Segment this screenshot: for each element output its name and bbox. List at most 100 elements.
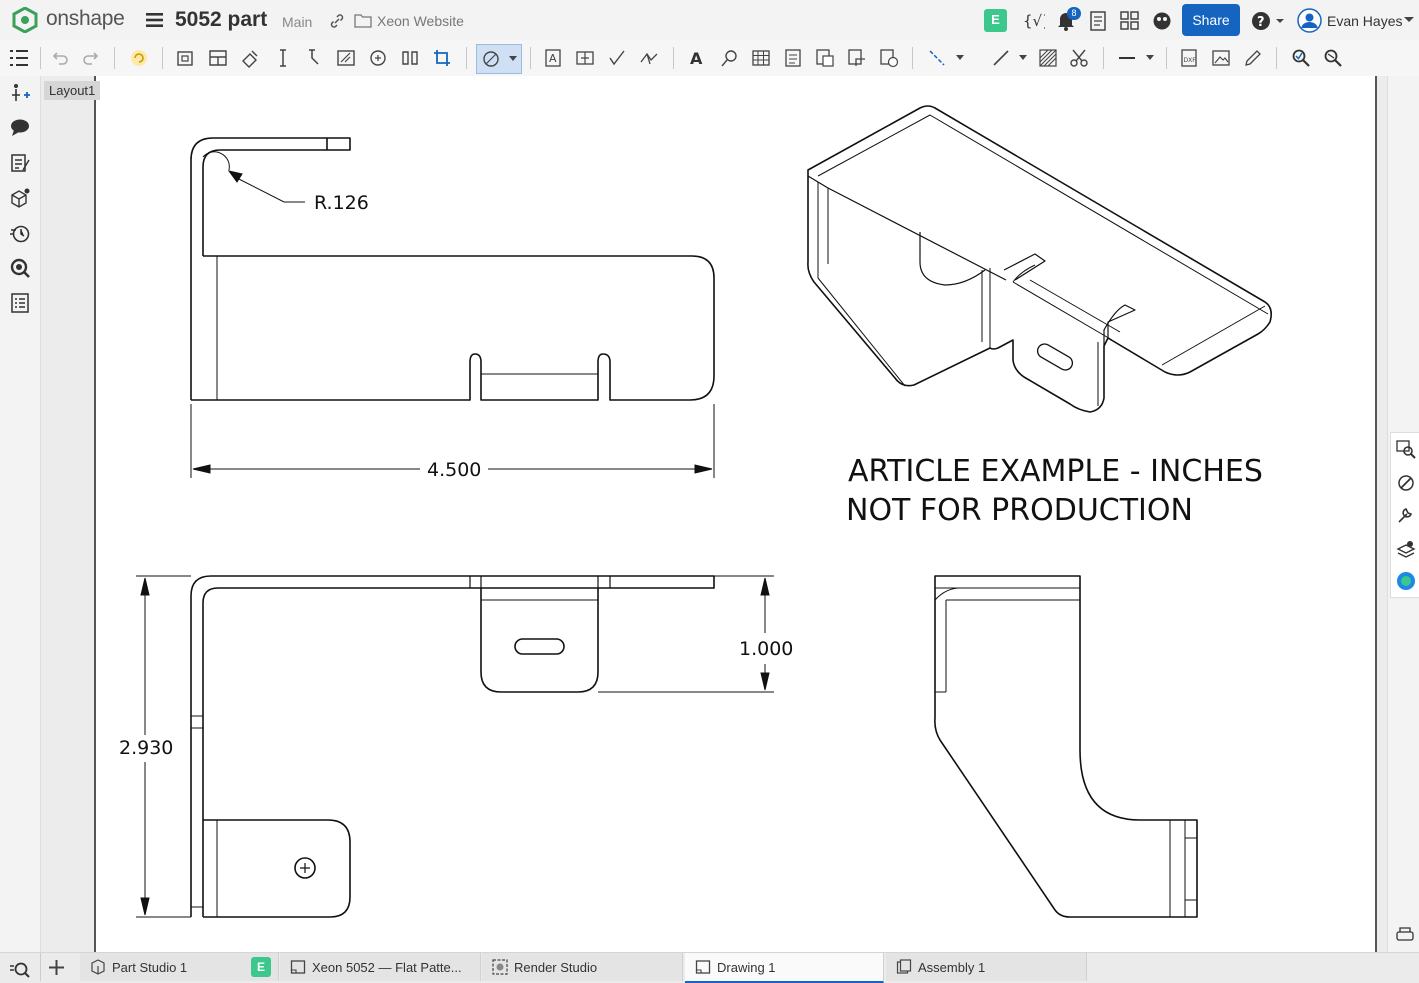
print-icon[interactable] [1395, 926, 1415, 944]
line-style-caret-icon[interactable] [1146, 55, 1154, 61]
trim-scissors-icon[interactable] [1068, 47, 1090, 69]
svg-text:A: A [549, 52, 557, 65]
aligned-section-icon[interactable] [303, 47, 325, 69]
branch-label[interactable]: Main [282, 14, 312, 30]
comments-icon[interactable] [8, 115, 32, 139]
link-icon[interactable] [329, 13, 345, 29]
export-dxf-icon[interactable]: DXF [1178, 47, 1200, 69]
part-studio-icon [91, 959, 105, 975]
detail-view-icon[interactable] [367, 47, 389, 69]
layout-tab[interactable]: Layout1 [44, 81, 101, 100]
notification-count-badge: 8 [1067, 7, 1081, 20]
insert-text-box-icon[interactable]: A [542, 47, 564, 69]
user-name[interactable]: Evan Hayes [1327, 13, 1402, 29]
crop-view-icon[interactable] [431, 47, 453, 69]
tab-search-icon[interactable] [9, 960, 31, 978]
revision-table-icon[interactable] [878, 47, 900, 69]
logo-text: onshape [46, 7, 125, 30]
wrench-icon[interactable] [1396, 505, 1416, 525]
weld-symbol-icon[interactable] [638, 47, 660, 69]
svg-text:{√}: {√} [1023, 12, 1045, 30]
line-caret-icon[interactable] [1019, 55, 1027, 61]
inspection-table-icon[interactable] [1396, 439, 1416, 459]
inspection-settings-icon[interactable] [1322, 47, 1344, 69]
centerline-caret-icon[interactable] [956, 55, 964, 61]
undo-icon[interactable] [49, 47, 71, 69]
tab-render-studio[interactable]: Render Studio [482, 953, 683, 981]
drawing-sheet[interactable] [94, 76, 1377, 952]
properties-icon[interactable] [8, 151, 32, 175]
render-globe-icon[interactable] [1396, 571, 1416, 591]
folder-icon [354, 14, 372, 28]
history-icon[interactable] [8, 221, 32, 245]
user-menu-chevron-icon[interactable] [1404, 17, 1414, 23]
inspection-icon[interactable] [1290, 47, 1312, 69]
redo-icon[interactable] [80, 47, 102, 69]
document-title[interactable]: 5052 part [175, 8, 267, 32]
hole-table-icon[interactable] [814, 47, 836, 69]
search-icon[interactable] [8, 256, 32, 280]
broken-out-section-icon[interactable] [335, 47, 357, 69]
graphics-add-icon[interactable] [8, 81, 32, 105]
tab-label: Part Studio 1 [112, 959, 188, 975]
table-icon[interactable] [750, 47, 772, 69]
render-studio-icon [492, 959, 508, 975]
svg-text:A: A [690, 49, 703, 68]
surface-finish-icon[interactable] [606, 47, 628, 69]
drawing-icon [695, 960, 711, 974]
feature-list-icon[interactable] [8, 48, 30, 68]
sketch-line-icon[interactable] [990, 47, 1012, 69]
tab-part-studio[interactable]: Part Studio 1 E [80, 953, 279, 981]
auxiliary-view-icon[interactable] [239, 47, 261, 69]
onshape-logo-icon[interactable] [12, 7, 38, 33]
top-bar: onshape 5052 part Main Xeon Website E {√… [0, 0, 1419, 41]
app-store-icon[interactable] [1120, 11, 1140, 31]
edition-badge[interactable]: E [984, 9, 1007, 32]
right-tool-dock [1390, 432, 1419, 598]
help-icon[interactable]: ? [1251, 11, 1285, 31]
layers-icon[interactable] [1396, 539, 1416, 559]
tab-label: Xeon 5052 — Flat Patte... [312, 959, 462, 975]
parts-icon[interactable] [8, 186, 32, 210]
learning-center-icon[interactable] [1152, 11, 1172, 31]
tab-drawing-1[interactable]: Drawing 1 [685, 953, 884, 983]
hamburger-menu-icon[interactable] [146, 12, 164, 28]
svg-text:DXF: DXF [1184, 57, 1197, 64]
tab-assembly-1[interactable]: Assembly 1 [886, 953, 1087, 981]
dropdown-caret-icon [509, 56, 517, 61]
sketch-circle-icon [483, 51, 499, 67]
left-panel [0, 76, 72, 952]
svg-text:?: ? [1257, 15, 1265, 30]
insert-view-icon[interactable] [175, 47, 197, 69]
break-view-icon[interactable] [399, 47, 421, 69]
note-text-icon[interactable]: A [686, 47, 708, 69]
tab-label: Assembly 1 [918, 959, 986, 975]
appearance-icon[interactable] [1396, 473, 1416, 493]
bom-table-icon[interactable] [782, 47, 804, 69]
projected-view-icon[interactable] [207, 47, 229, 69]
update-drawing-icon[interactable] [128, 47, 150, 69]
add-tab-icon[interactable] [48, 959, 65, 976]
insert-image-icon[interactable] [1210, 47, 1232, 69]
pen-icon[interactable] [1242, 47, 1264, 69]
section-view-icon[interactable] [272, 47, 294, 69]
release-checklist-icon[interactable] [1089, 11, 1107, 31]
drawing-icon [290, 960, 306, 974]
bom-list-icon[interactable] [8, 291, 32, 315]
bend-table-icon[interactable] [846, 47, 868, 69]
folder-label[interactable]: Xeon Website [377, 13, 464, 29]
user-avatar-icon[interactable] [1297, 8, 1322, 33]
variables-icon[interactable]: {√} [1023, 10, 1045, 30]
tab-flat-pattern[interactable]: Xeon 5052 — Flat Patte... [280, 953, 481, 981]
assembly-icon [896, 959, 912, 974]
tab-label: Drawing 1 [717, 959, 776, 975]
sketch-tool-dropdown[interactable] [476, 44, 522, 74]
hatch-icon[interactable] [1037, 47, 1059, 69]
line-style-icon[interactable] [1116, 47, 1138, 69]
callout-icon[interactable] [718, 47, 740, 69]
share-button[interactable]: Share [1182, 4, 1240, 36]
centerline-icon[interactable] [926, 47, 948, 69]
drawing-toolbar: A A DXF [0, 40, 1419, 77]
datum-icon[interactable] [574, 47, 596, 69]
tab-label: Render Studio [514, 959, 598, 975]
